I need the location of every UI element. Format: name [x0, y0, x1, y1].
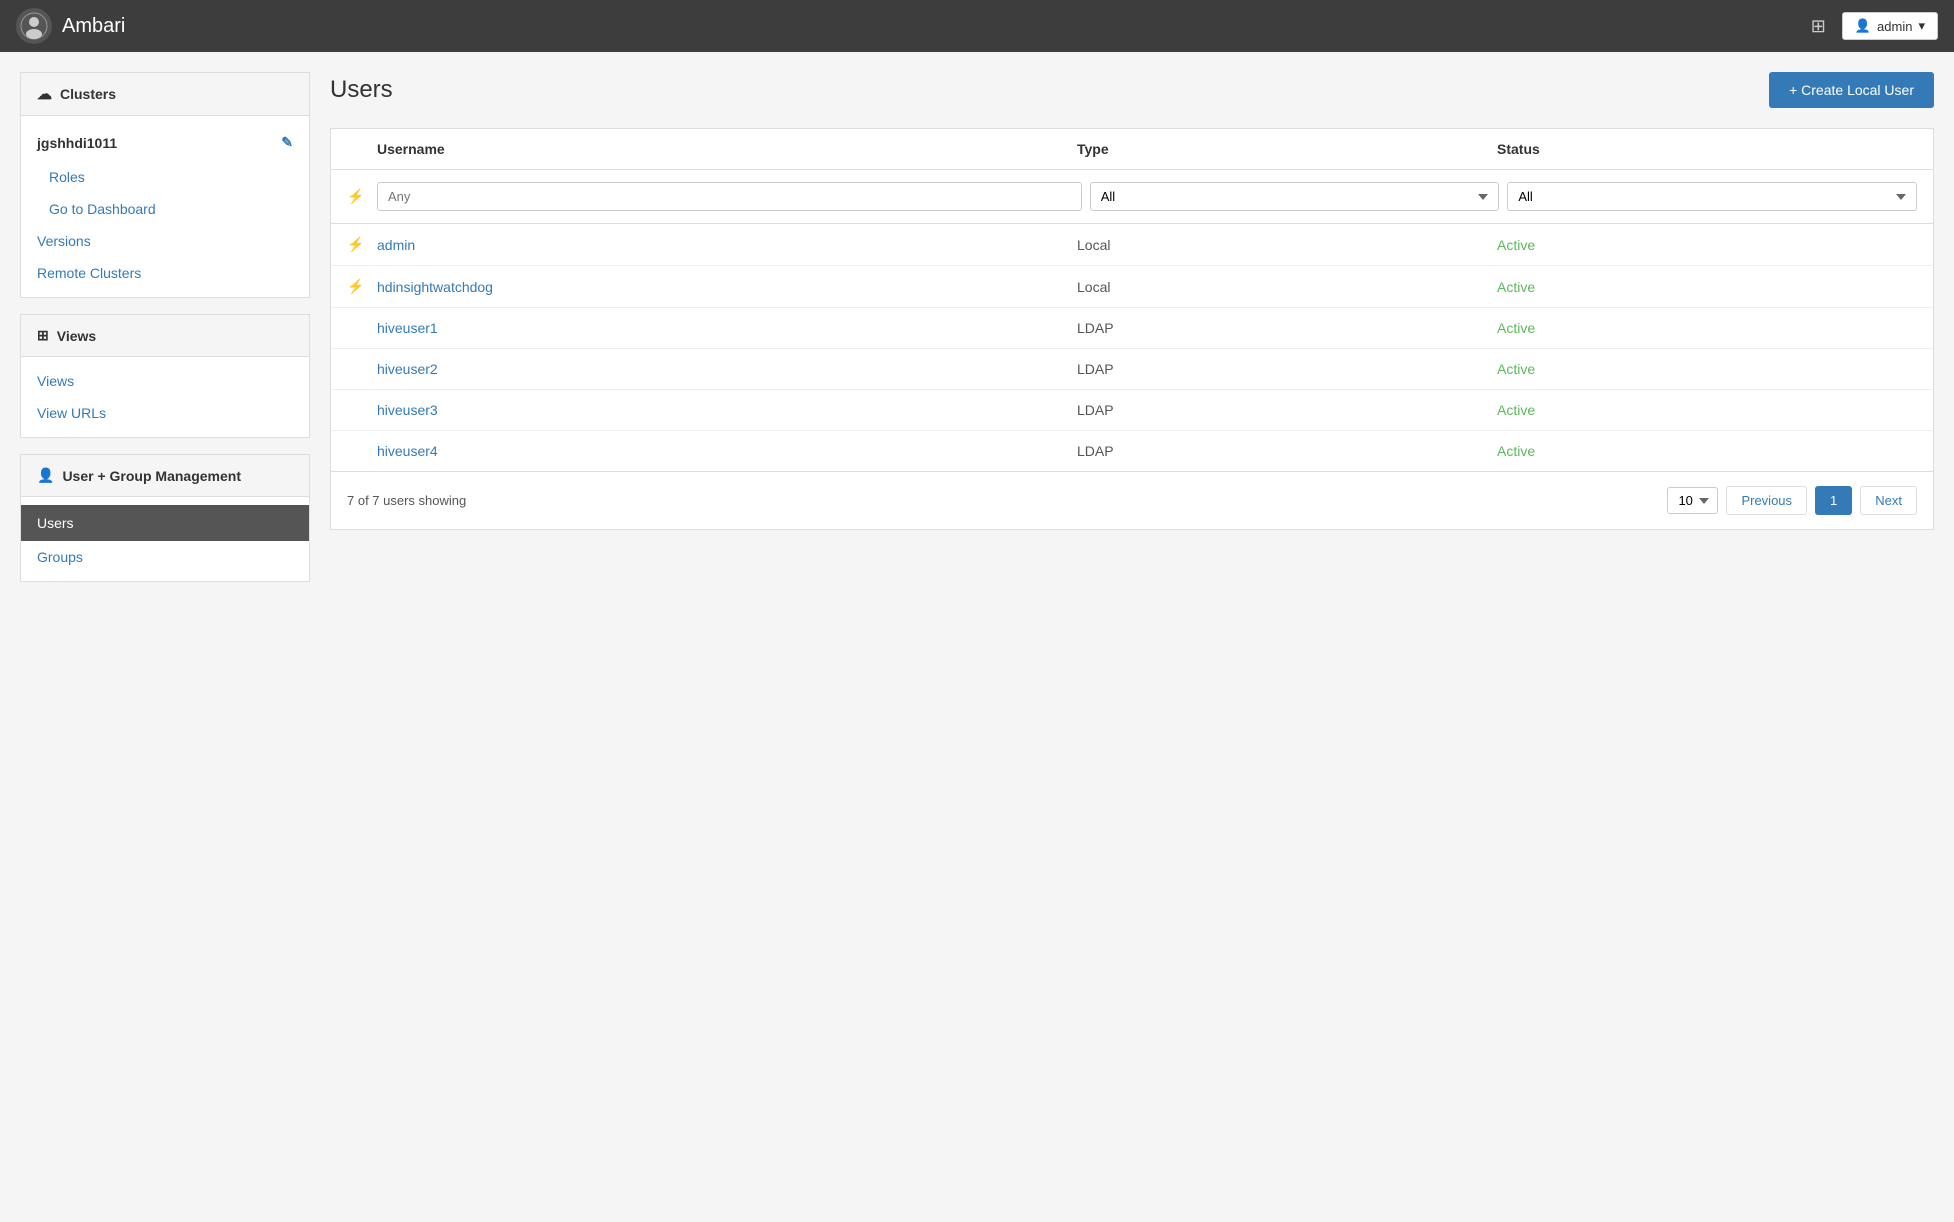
type-col-header: Type	[1077, 141, 1497, 157]
sidebar-link-dashboard[interactable]: Go to Dashboard	[21, 193, 309, 225]
status-cell: Active	[1497, 402, 1917, 418]
dropdown-arrow: ▾	[1918, 18, 1925, 34]
user-mgmt-body: Users Groups	[21, 497, 309, 581]
previous-button[interactable]: Previous	[1726, 486, 1807, 515]
views-grid-icon: ⊞	[37, 327, 49, 344]
status-cell: Active	[1497, 237, 1917, 253]
content-header: Users + Create Local User	[330, 72, 1934, 108]
username-link[interactable]: hiveuser1	[377, 320, 1077, 336]
users-table: Username Type Status ⚡ All Local LDAP	[330, 128, 1934, 530]
navbar: Ambari ⊞ 👤 admin ▾	[0, 0, 1954, 52]
create-local-user-button[interactable]: + Create Local User	[1769, 72, 1934, 108]
cluster-item: jgshhdi1011 ✎	[21, 124, 309, 161]
user-icon: 👤	[1855, 18, 1871, 34]
type-cell: LDAP	[1077, 320, 1497, 336]
next-button[interactable]: Next	[1860, 486, 1917, 515]
type-cell: LDAP	[1077, 402, 1497, 418]
type-cell: Local	[1077, 237, 1497, 253]
status-cell: Active	[1497, 361, 1917, 377]
username-filter-input[interactable]	[377, 182, 1082, 211]
table-body: ⚡adminLocalActive⚡hdinsightwatchdogLocal…	[331, 224, 1933, 471]
user-mgmt-section: 👤 User + Group Management Users Groups	[20, 454, 310, 582]
sidebar-link-views[interactable]: Views	[21, 365, 309, 397]
sidebar-link-view-urls[interactable]: View URLs	[21, 397, 309, 429]
sidebar-link-remote-clusters[interactable]: Remote Clusters	[21, 257, 309, 289]
admin-label: admin	[1877, 19, 1912, 34]
type-filter-select[interactable]: All Local LDAP	[1090, 182, 1500, 211]
page-1-button[interactable]: 1	[1815, 486, 1852, 515]
sidebar-item-users[interactable]: Users	[21, 505, 309, 541]
views-label: Views	[57, 328, 96, 344]
edit-icon[interactable]: ✎	[281, 134, 293, 151]
row-flash-icon: ⚡	[347, 236, 377, 253]
cluster-name: jgshhdi1011	[37, 135, 117, 151]
brand: Ambari	[16, 8, 125, 44]
user-mgmt-icon: 👤	[37, 467, 54, 484]
pagination-bar: 7 of 7 users showing 10 25 50 Previous 1…	[331, 471, 1933, 529]
username-link[interactable]: hdinsightwatchdog	[377, 279, 1077, 295]
per-page-select[interactable]: 10 25 50	[1667, 487, 1718, 514]
page-title: Users	[330, 76, 393, 104]
sidebar-link-versions[interactable]: Versions	[21, 225, 309, 257]
type-cell: LDAP	[1077, 443, 1497, 459]
sidebar: ☁ Clusters jgshhdi1011 ✎ Roles Go to Das…	[20, 72, 310, 1202]
user-mgmt-header: 👤 User + Group Management	[21, 455, 309, 497]
status-filter-select[interactable]: All Active Inactive	[1507, 182, 1917, 211]
clusters-section: ☁ Clusters jgshhdi1011 ✎ Roles Go to Das…	[20, 72, 310, 298]
username-col-header: Username	[377, 141, 1077, 157]
views-header: ⊞ Views	[21, 315, 309, 357]
navbar-right: ⊞ 👤 admin ▾	[1811, 12, 1938, 40]
clusters-header: ☁ Clusters	[21, 73, 309, 116]
main-layout: ☁ Clusters jgshhdi1011 ✎ Roles Go to Das…	[0, 52, 1954, 1222]
brand-title: Ambari	[62, 15, 125, 38]
column-headers: Username Type Status	[331, 129, 1933, 170]
showing-text: 7 of 7 users showing	[347, 493, 466, 508]
type-cell: Local	[1077, 279, 1497, 295]
table-row: hiveuser4LDAPActive	[331, 431, 1933, 471]
user-mgmt-label: User + Group Management	[62, 468, 241, 484]
views-section: ⊞ Views Views View URLs	[20, 314, 310, 438]
status-cell: Active	[1497, 279, 1917, 295]
username-link[interactable]: hiveuser2	[377, 361, 1077, 377]
table-row: hiveuser2LDAPActive	[331, 349, 1933, 390]
grid-icon[interactable]: ⊞	[1811, 16, 1826, 37]
main-content: Users + Create Local User Username Type …	[330, 72, 1934, 1202]
pagination-controls: 10 25 50 Previous 1 Next	[1667, 486, 1917, 515]
username-link[interactable]: hiveuser4	[377, 443, 1077, 459]
row-flash-icon: ⚡	[347, 278, 377, 295]
filter-row: ⚡ All Local LDAP All Active Inactive	[331, 170, 1933, 224]
status-col-header: Status	[1497, 141, 1917, 157]
ambari-logo	[16, 8, 52, 44]
admin-button[interactable]: 👤 admin ▾	[1842, 12, 1938, 40]
sidebar-link-roles[interactable]: Roles	[21, 161, 309, 193]
cloud-icon: ☁	[37, 85, 52, 103]
type-cell: LDAP	[1077, 361, 1497, 377]
status-cell: Active	[1497, 443, 1917, 459]
username-link[interactable]: hiveuser3	[377, 402, 1077, 418]
table-row: hiveuser1LDAPActive	[331, 308, 1933, 349]
clusters-label: Clusters	[60, 86, 116, 102]
filter-flash-icon: ⚡	[347, 188, 377, 205]
table-row: hiveuser3LDAPActive	[331, 390, 1933, 431]
status-cell: Active	[1497, 320, 1917, 336]
table-row: ⚡hdinsightwatchdogLocalActive	[331, 266, 1933, 308]
clusters-body: jgshhdi1011 ✎ Roles Go to Dashboard Vers…	[21, 116, 309, 297]
views-body: Views View URLs	[21, 357, 309, 437]
sidebar-link-groups[interactable]: Groups	[21, 541, 309, 573]
table-row: ⚡adminLocalActive	[331, 224, 1933, 266]
username-link[interactable]: admin	[377, 237, 1077, 253]
